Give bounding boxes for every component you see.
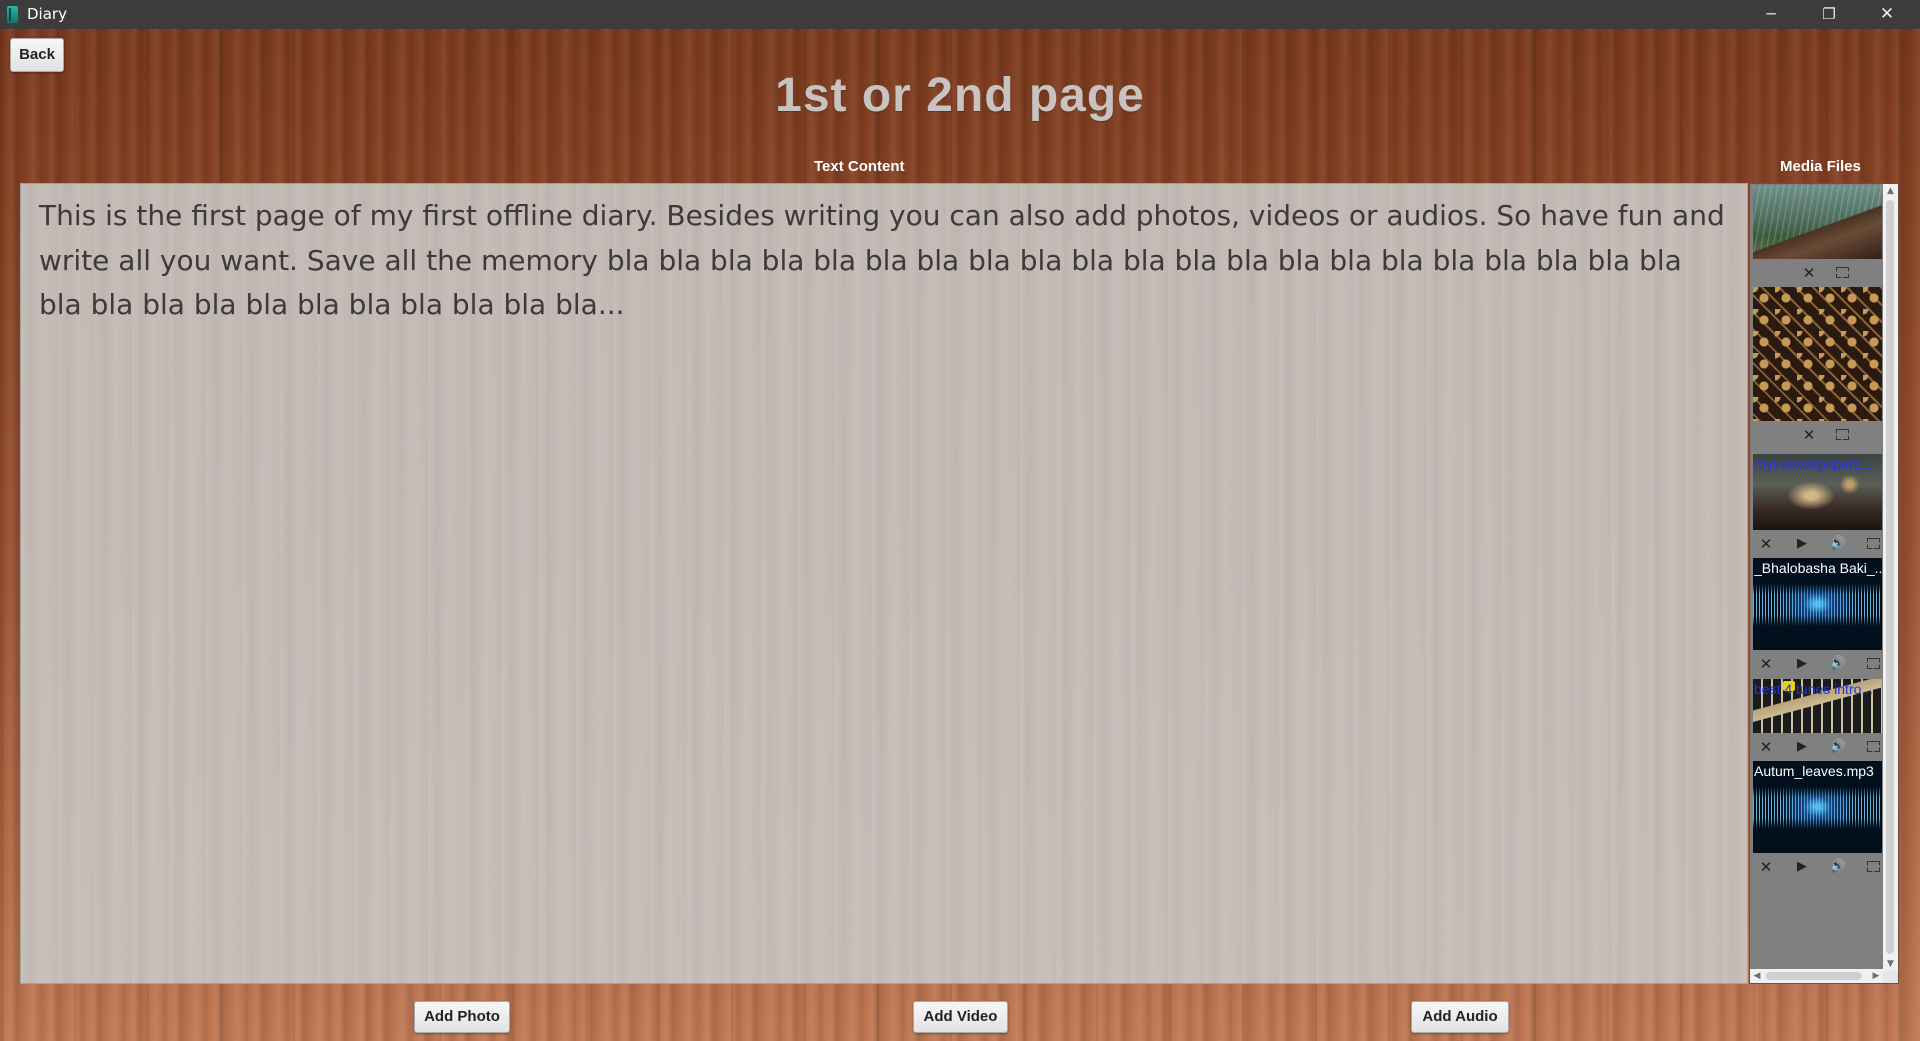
fullscreen-icon[interactable]: [1867, 658, 1880, 669]
add-photo-button[interactable]: Add Photo: [414, 1001, 510, 1033]
scroll-up-icon[interactable]: ▲: [1883, 184, 1898, 198]
diary-text-content[interactable]: This is the first page of my first offli…: [39, 194, 1729, 328]
back-button[interactable]: Back: [10, 38, 64, 72]
fullscreen-icon[interactable]: [1867, 861, 1880, 872]
close-icon[interactable]: ✕: [1800, 264, 1818, 282]
play-icon[interactable]: ▶: [1793, 535, 1811, 553]
scroll-down-icon[interactable]: ▼: [1883, 957, 1898, 971]
scroll-thumb[interactable]: [1766, 972, 1862, 980]
scroll-right-icon[interactable]: ▶: [1869, 969, 1883, 983]
media-item-video[interactable]: best 4 tunes intro... ✕ ▶ 🔊: [1753, 679, 1882, 761]
play-icon[interactable]: ▶: [1793, 858, 1811, 876]
scroll-thumb[interactable]: [1886, 200, 1894, 954]
media-controls: ✕: [1753, 259, 1882, 287]
play-icon[interactable]: ▶: [1793, 738, 1811, 756]
media-item-audio[interactable]: Autum_leaves.mp3 ✕ ▶ 🔊: [1753, 761, 1882, 881]
close-icon[interactable]: ✕: [1757, 655, 1775, 673]
guitar-video[interactable]: best 4 tunes intro...: [1753, 679, 1882, 733]
media-files-label: Media Files: [1780, 158, 1861, 175]
volume-icon[interactable]: 🔊: [1829, 738, 1847, 756]
media-vertical-scrollbar[interactable]: ▲ ▼: [1883, 184, 1898, 971]
diary-text-area[interactable]: This is the first page of my first offli…: [20, 183, 1748, 984]
volume-icon[interactable]: 🔊: [1829, 655, 1847, 673]
window-title: Diary: [27, 5, 67, 23]
media-horizontal-scrollbar[interactable]: ◀ ▶: [1750, 969, 1883, 983]
add-audio-button[interactable]: Add Audio: [1411, 1001, 1509, 1033]
media-caption: mylivewallpapers...: [1754, 456, 1873, 472]
diary-app-icon: [7, 6, 18, 23]
media-controls: ✕ ▶ 🔊: [1753, 733, 1882, 761]
close-icon[interactable]: ✕: [1757, 738, 1775, 756]
page-title: 1st or 2nd page: [775, 69, 1145, 122]
close-icon[interactable]: ✕: [1757, 535, 1775, 553]
media-caption: _Bhalobasha Baki_...: [1754, 560, 1882, 576]
close-window-button[interactable]: ✕: [1858, 0, 1916, 29]
fullscreen-icon[interactable]: [1836, 429, 1849, 440]
media-item-audio[interactable]: _Bhalobasha Baki_... ✕ ▶ 🔊: [1753, 558, 1882, 678]
media-item-photo[interactable]: ✕: [1753, 185, 1882, 287]
close-icon[interactable]: ✕: [1800, 426, 1818, 444]
add-video-button[interactable]: Add Video: [913, 1001, 1008, 1033]
fullscreen-icon[interactable]: [1867, 538, 1880, 549]
sound-wave-image[interactable]: _Bhalobasha Baki_...: [1753, 558, 1882, 650]
play-icon[interactable]: ▶: [1793, 655, 1811, 673]
rainy-roof-photo[interactable]: [1753, 185, 1882, 259]
media-controls: ✕ ▶ 🔊: [1753, 650, 1882, 678]
maximize-button[interactable]: ❐: [1800, 0, 1858, 29]
media-files-panel[interactable]: ✕ ✕ mylivewallpapers... ✕ ▶ 🔊 _Bhalobash…: [1749, 183, 1899, 984]
media-caption: Autum_leaves.mp3: [1754, 763, 1874, 779]
fullscreen-icon[interactable]: [1867, 741, 1880, 752]
media-controls: ✕: [1753, 421, 1882, 449]
media-controls: ✕ ▶ 🔊: [1753, 530, 1882, 558]
close-icon[interactable]: ✕: [1757, 858, 1775, 876]
volume-icon[interactable]: 🔊: [1829, 858, 1847, 876]
night-city-video[interactable]: mylivewallpapers...: [1753, 454, 1882, 530]
volume-icon[interactable]: 🔊: [1829, 535, 1847, 553]
sound-wave-image[interactable]: Autum_leaves.mp3: [1753, 761, 1882, 853]
media-caption: best 4 tunes intro...: [1754, 681, 1874, 697]
media-controls: ✕ ▶ 🔊: [1753, 853, 1882, 881]
text-content-label: Text Content: [814, 158, 905, 175]
media-item-photo[interactable]: ✕: [1753, 287, 1882, 449]
scrollbar-corner: [1883, 971, 1898, 983]
scroll-left-icon[interactable]: ◀: [1750, 969, 1764, 983]
fullscreen-icon[interactable]: [1836, 267, 1849, 278]
minimize-button[interactable]: ─: [1742, 0, 1800, 29]
media-item-video[interactable]: mylivewallpapers... ✕ ▶ 🔊: [1753, 454, 1882, 558]
window-titlebar: Diary ─ ❐ ✕: [0, 0, 1920, 29]
ornamental-pattern-photo[interactable]: [1753, 287, 1882, 421]
